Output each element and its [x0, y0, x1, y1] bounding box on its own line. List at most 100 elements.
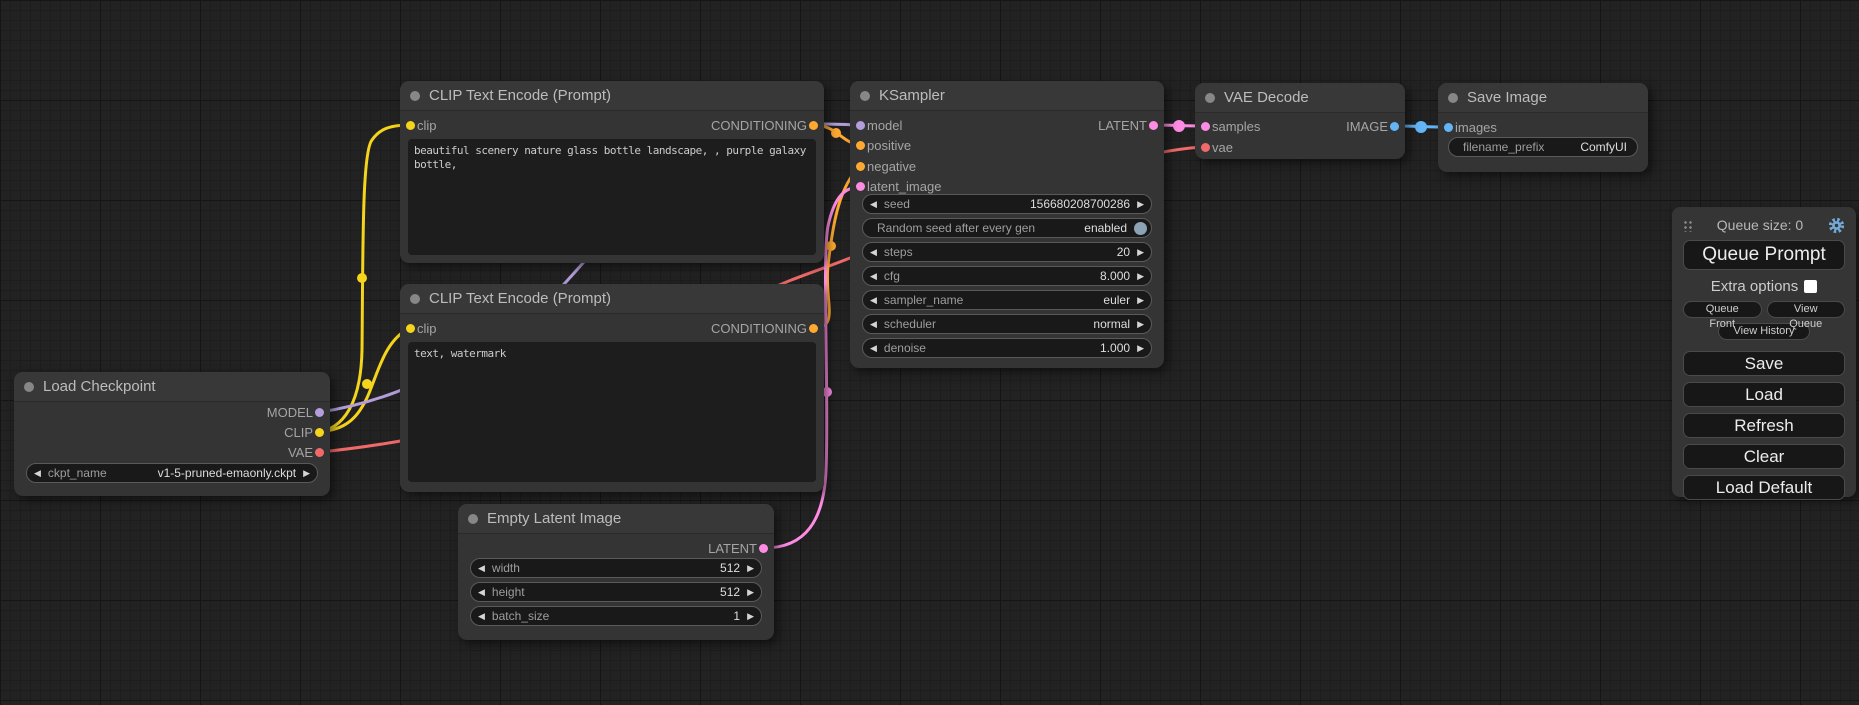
input-slot-latent-image[interactable]: latent_image: [850, 179, 941, 195]
increment-arrow-icon[interactable]: ▶: [296, 464, 317, 482]
vae-slot-dot[interactable]: [315, 448, 324, 457]
node-titlebar[interactable]: VAE Decode: [1195, 83, 1405, 113]
prompt-textarea[interactable]: text, watermark: [408, 342, 816, 482]
increment-arrow-icon[interactable]: ▶: [1130, 339, 1151, 357]
output-slot-clip[interactable]: CLIP: [284, 424, 330, 440]
widget-batch-size[interactable]: ◀ batch_size 1 ▶: [470, 606, 762, 626]
node-empty-latent-image[interactable]: Empty Latent Image LATENT ◀ width 512 ▶ …: [458, 504, 774, 640]
node-titlebar[interactable]: CLIP Text Encode (Prompt): [400, 284, 824, 314]
node-titlebar[interactable]: Empty Latent Image: [458, 504, 774, 534]
output-slot-vae[interactable]: VAE: [288, 444, 330, 460]
increment-arrow-icon[interactable]: ▶: [1130, 315, 1151, 333]
node-vae-decode[interactable]: VAE Decode samples vae IMAGE: [1195, 83, 1405, 159]
clip-slot-dot[interactable]: [315, 428, 324, 437]
widget-scheduler[interactable]: ◀ scheduler normal ▶: [862, 314, 1152, 334]
clear-button[interactable]: Clear: [1683, 444, 1845, 469]
conditioning-slot-dot[interactable]: [809, 324, 818, 333]
node-load-checkpoint[interactable]: Load Checkpoint MODEL CLIP VAE ◀ ckpt_na…: [14, 372, 330, 496]
output-slot-conditioning[interactable]: CONDITIONING: [711, 117, 824, 133]
decrement-arrow-icon[interactable]: ◀: [471, 583, 492, 601]
collapse-dot-icon[interactable]: [860, 91, 870, 101]
increment-arrow-icon[interactable]: ▶: [1130, 291, 1151, 309]
widget-width[interactable]: ◀ width 512 ▶: [470, 558, 762, 578]
load-default-button[interactable]: Load Default: [1683, 475, 1845, 500]
collapse-dot-icon[interactable]: [1448, 93, 1458, 103]
widget-steps[interactable]: ◀ steps 20 ▶: [862, 242, 1152, 262]
collapse-dot-icon[interactable]: [1205, 93, 1215, 103]
widget-height[interactable]: ◀ height 512 ▶: [470, 582, 762, 602]
latent-slot-dot[interactable]: [1201, 122, 1210, 131]
node-titlebar[interactable]: CLIP Text Encode (Prompt): [400, 81, 824, 111]
toggle-circle-icon[interactable]: [1134, 222, 1147, 235]
output-slot-conditioning[interactable]: CONDITIONING: [711, 320, 824, 336]
vae-slot-dot[interactable]: [1201, 143, 1210, 152]
output-slot-latent[interactable]: LATENT: [708, 540, 774, 556]
node-clip-text-encode-negative[interactable]: CLIP Text Encode (Prompt) clip CONDITION…: [400, 284, 824, 492]
increment-arrow-icon[interactable]: ▶: [1130, 195, 1151, 213]
increment-arrow-icon[interactable]: ▶: [740, 607, 761, 625]
clip-slot-dot[interactable]: [406, 324, 415, 333]
input-slot-samples[interactable]: samples: [1195, 118, 1260, 134]
increment-arrow-icon[interactable]: ▶: [740, 559, 761, 577]
view-queue-button[interactable]: View Queue: [1767, 301, 1846, 318]
save-button[interactable]: Save: [1683, 351, 1845, 376]
conditioning-slot-dot[interactable]: [809, 121, 818, 130]
image-slot-dot[interactable]: [1444, 123, 1453, 132]
latent-slot-dot[interactable]: [1149, 121, 1158, 130]
widget-cfg[interactable]: ◀ cfg 8.000 ▶: [862, 266, 1152, 286]
output-slot-latent[interactable]: LATENT: [1098, 117, 1164, 133]
latent-slot-dot[interactable]: [759, 544, 768, 553]
collapse-dot-icon[interactable]: [24, 382, 34, 392]
collapse-dot-icon[interactable]: [410, 294, 420, 304]
input-slot-vae[interactable]: vae: [1195, 139, 1233, 155]
decrement-arrow-icon[interactable]: ◀: [471, 559, 492, 577]
load-button[interactable]: Load: [1683, 382, 1845, 407]
decrement-arrow-icon[interactable]: ◀: [471, 607, 492, 625]
increment-arrow-icon[interactable]: ▶: [740, 583, 761, 601]
extra-options-checkbox[interactable]: [1804, 280, 1817, 293]
input-slot-model[interactable]: model: [850, 117, 902, 133]
widget-random-seed-toggle[interactable]: Random seed after every gen enabled: [862, 218, 1152, 238]
output-slot-model[interactable]: MODEL: [267, 404, 330, 420]
decrement-arrow-icon[interactable]: ◀: [27, 464, 48, 482]
conditioning-slot-dot[interactable]: [856, 162, 865, 171]
node-titlebar[interactable]: KSampler: [850, 81, 1164, 111]
settings-gear-icon[interactable]: [1828, 217, 1845, 234]
comfyui-canvas[interactable]: { "colors": { "model": "#b39ddb", "clip"…: [0, 0, 1859, 705]
widget-filename-prefix[interactable]: filename_prefix ComfyUI: [1448, 137, 1638, 157]
input-slot-negative[interactable]: negative: [850, 158, 916, 174]
queue-prompt-button[interactable]: Queue Prompt: [1683, 240, 1845, 270]
decrement-arrow-icon[interactable]: ◀: [863, 339, 884, 357]
decrement-arrow-icon[interactable]: ◀: [863, 195, 884, 213]
widget-denoise[interactable]: ◀ denoise 1.000 ▶: [862, 338, 1152, 358]
decrement-arrow-icon[interactable]: ◀: [863, 243, 884, 261]
collapse-dot-icon[interactable]: [410, 91, 420, 101]
node-clip-text-encode-positive[interactable]: CLIP Text Encode (Prompt) clip CONDITION…: [400, 81, 824, 263]
refresh-button[interactable]: Refresh: [1683, 413, 1845, 438]
latent-slot-dot[interactable]: [856, 182, 865, 191]
input-slot-images[interactable]: images: [1438, 119, 1497, 135]
collapse-dot-icon[interactable]: [468, 514, 478, 524]
node-save-image[interactable]: Save Image images filename_prefix ComfyU…: [1438, 83, 1648, 172]
conditioning-slot-dot[interactable]: [856, 141, 865, 150]
drag-handle-icon[interactable]: [1683, 219, 1692, 232]
prompt-textarea[interactable]: beautiful scenery nature glass bottle la…: [408, 139, 816, 255]
input-slot-positive[interactable]: positive: [850, 138, 911, 154]
increment-arrow-icon[interactable]: ▶: [1130, 243, 1151, 261]
node-titlebar[interactable]: Load Checkpoint: [14, 372, 330, 402]
input-slot-clip[interactable]: clip: [400, 117, 437, 133]
model-slot-dot[interactable]: [315, 408, 324, 417]
image-slot-dot[interactable]: [1390, 122, 1399, 131]
decrement-arrow-icon[interactable]: ◀: [863, 267, 884, 285]
queue-front-button[interactable]: Queue Front: [1683, 301, 1762, 318]
widget-seed[interactable]: ◀ seed 156680208700286 ▶: [862, 194, 1152, 214]
node-titlebar[interactable]: Save Image: [1438, 83, 1648, 113]
input-slot-clip[interactable]: clip: [400, 320, 437, 336]
widget-sampler-name[interactable]: ◀ sampler_name euler ▶: [862, 290, 1152, 310]
output-slot-image[interactable]: IMAGE: [1346, 118, 1405, 134]
model-slot-dot[interactable]: [856, 121, 865, 130]
queue-panel[interactable]: Queue size: 0 Queue Prompt Extra options…: [1672, 207, 1856, 497]
decrement-arrow-icon[interactable]: ◀: [863, 291, 884, 309]
clip-slot-dot[interactable]: [406, 121, 415, 130]
node-ksampler[interactable]: KSampler model positive negative latent_…: [850, 81, 1164, 368]
